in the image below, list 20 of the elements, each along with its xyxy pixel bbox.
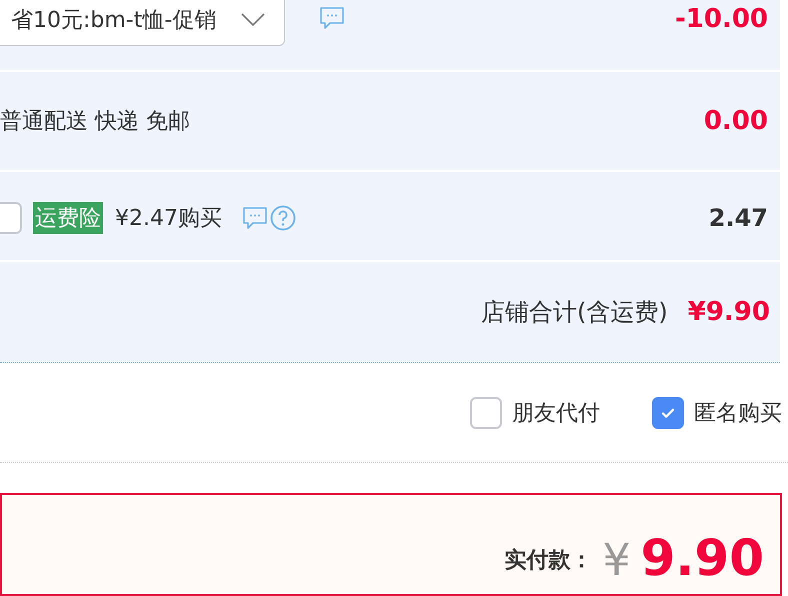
checkbox[interactable] — [652, 396, 684, 428]
promotion-dropdown[interactable]: 省10元:bm-t恤-促销 — [0, 0, 286, 46]
shipping-method: 普通配送 快递 免邮 — [0, 108, 190, 136]
payment-label: 实付款： — [504, 547, 593, 575]
option-label[interactable]: 匿名购买 — [694, 398, 782, 428]
shipping-amount: 0.00 — [704, 106, 768, 136]
insurance-amount: 2.47 — [708, 204, 768, 232]
currency-symbol: ¥ — [602, 539, 631, 583]
checkbox[interactable] — [470, 396, 502, 428]
option-label[interactable]: 朋友代付 — [512, 398, 600, 428]
shop-total-label: 店铺合计(含运费) — [481, 297, 668, 328]
help-icon[interactable] — [270, 205, 296, 231]
chevron-down-icon — [240, 12, 266, 28]
message-icon[interactable] — [242, 206, 268, 230]
message-icon[interactable] — [319, 6, 346, 30]
shop-total-amount: ¥9.90 — [688, 297, 770, 327]
payment-amount: 9.90 — [640, 533, 764, 583]
insurance-tag: 运费险 — [33, 202, 103, 234]
insurance-price: ¥2.47购买 — [115, 205, 222, 233]
discount-amount: -10.00 — [674, 4, 768, 34]
